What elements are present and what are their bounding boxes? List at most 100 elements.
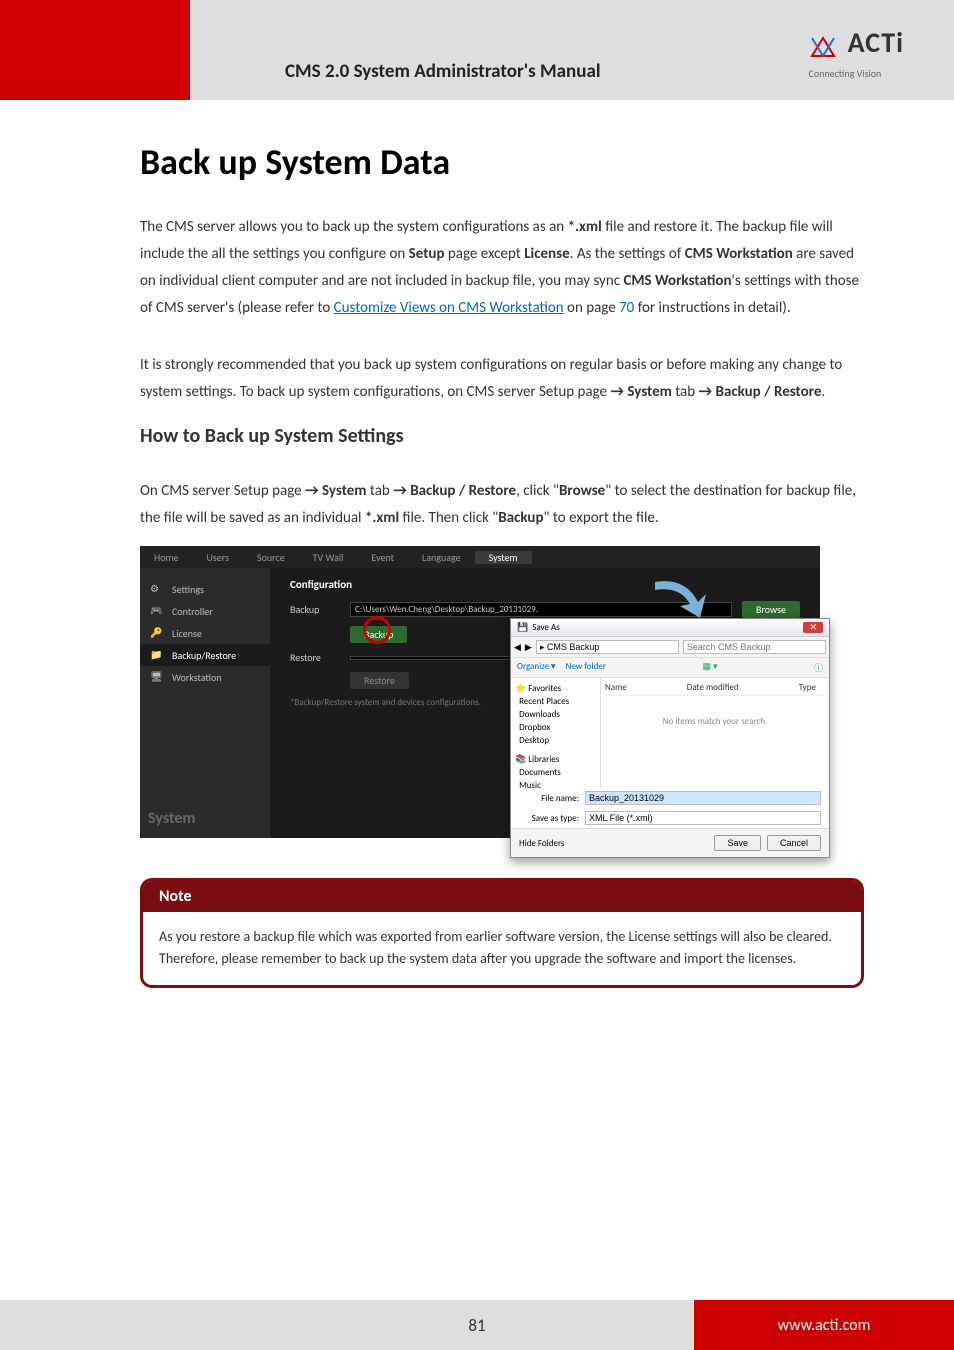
tab-tvwall[interactable]: TV Wall (299, 551, 358, 564)
back-button[interactable]: ◀ (514, 642, 521, 653)
page-footer: 81 www.acti.com (0, 1300, 954, 1350)
label: Settings (172, 583, 204, 596)
nav-pane[interactable]: ⭐ Favorites Recent Places Downloads Drop… (511, 678, 601, 788)
nav-libraries[interactable]: 📚 Libraries (515, 753, 596, 766)
text: On CMS server Setup page (140, 482, 305, 500)
howto-paragraph: On CMS server Setup page → System tab → … (140, 478, 864, 532)
monitor-icon: 🖥 (150, 670, 164, 684)
gear-icon: ⚙ (150, 582, 164, 596)
cancel-button[interactable]: Cancel (767, 835, 821, 851)
sidebar-item-settings[interactable]: ⚙ Settings (140, 578, 270, 600)
label: Controller (172, 605, 213, 618)
ws-label: CMS Workstation (685, 245, 793, 263)
col-type[interactable]: Type (799, 682, 816, 693)
col-name[interactable]: Name (605, 682, 627, 693)
howto-heading: How to Back up System Settings (140, 424, 864, 448)
text: " to export the file. (544, 509, 659, 527)
filetype-select[interactable] (585, 811, 821, 825)
nav-desktop[interactable]: Desktop (515, 734, 596, 747)
arrow-icon: → (699, 383, 713, 401)
text: on page (564, 299, 619, 317)
intro-paragraph: The CMS server allows you to back up the… (140, 214, 864, 322)
label: License (172, 627, 202, 640)
organize-menu[interactable]: Organize ▾ (517, 661, 556, 674)
restore-label: Restore (290, 651, 340, 664)
config-panel: Configuration Backup C:\Users\Wen.Cheng\… (270, 568, 820, 838)
save-icon: 💾 (517, 622, 528, 633)
logo-icon (808, 34, 838, 64)
help-button[interactable]: ⓘ (814, 661, 823, 674)
text: page except (445, 245, 525, 263)
browse-button[interactable]: Browse (742, 601, 800, 618)
ws-label2: CMS Workstation (623, 272, 731, 290)
nav-recent[interactable]: Recent Places (515, 695, 596, 708)
sidebar-item-workstation[interactable]: 🖥 Workstation (140, 666, 270, 688)
backup-restore-label: Backup / Restore (410, 482, 516, 500)
config-heading: Configuration (290, 578, 800, 591)
address-bar: ◀ ▶ (511, 637, 829, 658)
xml-ext: *.xml (365, 509, 399, 527)
main-content: Back up System Data The CMS server allow… (140, 130, 864, 988)
close-button[interactable]: ✕ (803, 622, 823, 633)
restore-button[interactable]: Restore (350, 672, 409, 689)
folder-icon: 📁 (150, 648, 164, 662)
dialog-titlebar[interactable]: 💾 Save As ✕ (511, 619, 829, 637)
file-list[interactable]: Name Date modified Type No items match y… (601, 678, 829, 788)
filename-input[interactable] (585, 791, 821, 805)
text: tab (367, 482, 394, 500)
search-input[interactable] (683, 640, 826, 654)
system-watermark: System (148, 809, 195, 828)
fwd-button[interactable]: ▶ (525, 642, 532, 653)
note-body: As you restore a backup file which was e… (143, 912, 861, 985)
header-red-block (0, 0, 190, 100)
text: . As the settings of (570, 245, 685, 263)
nav-documents[interactable]: Documents (515, 766, 596, 779)
tab-source[interactable]: Source (243, 551, 299, 564)
nav-dropbox[interactable]: Dropbox (515, 721, 596, 734)
tab-bar: Home Users Source TV Wall Event Language… (140, 546, 820, 568)
tab-home[interactable]: Home (140, 551, 192, 564)
page-ref[interactable]: 70 (619, 299, 634, 317)
cms-screenshot: Home Users Source TV Wall Event Language… (140, 546, 820, 838)
setup-label: Setup (409, 245, 445, 263)
website-link[interactable]: www.acti.com (694, 1300, 954, 1350)
logo-text: ACTi (848, 25, 904, 60)
filetype-label: Save as type: (519, 813, 579, 824)
filename-label: File name: (519, 793, 579, 804)
toolbar: Organize ▾ New folder ▦ ▾ ⓘ (511, 658, 829, 678)
nav-favorites[interactable]: ⭐ Favorites (515, 682, 596, 695)
backup-label: Backup (498, 509, 543, 527)
empty-message: No items match your search. (605, 716, 825, 727)
text: for instructions in detail). (634, 299, 790, 317)
label: Workstation (172, 671, 222, 684)
text: The CMS server allows you to back up the… (140, 218, 568, 236)
tab-event[interactable]: Event (357, 551, 408, 564)
note-callout: Note As you restore a backup file which … (140, 878, 864, 988)
nav-music[interactable]: Music (515, 779, 596, 788)
save-button[interactable]: Save (714, 835, 761, 851)
col-date[interactable]: Date modified (687, 682, 739, 693)
tab-language[interactable]: Language (408, 551, 475, 564)
page-title: Back up System Data (140, 140, 864, 184)
new-folder-button[interactable]: New folder (566, 661, 606, 674)
backup-restore-label: Backup / Restore (716, 383, 822, 401)
text: , click " (516, 482, 559, 500)
tab-system[interactable]: System (475, 551, 532, 564)
system-label: System (322, 482, 366, 500)
sidebar-item-controller[interactable]: 🎮Controller (140, 600, 270, 622)
brand-logo: ACTi Connecting Vision (808, 25, 904, 81)
cross-ref-link[interactable]: Customize Views on CMS Workstation (334, 299, 564, 317)
hide-folders-link[interactable]: Hide Folders (519, 838, 564, 849)
view-button[interactable]: ▦ ▾ (702, 661, 717, 674)
path-input[interactable] (536, 640, 679, 654)
browse-label: Browse (559, 482, 605, 500)
sidebar: ⚙ Settings 🎮Controller 🔑 License 📁Backup/R… (140, 568, 270, 838)
tab-users[interactable]: Users (192, 551, 243, 564)
arrow-icon: → (610, 383, 624, 401)
sidebar-item-license[interactable]: 🔑 License (140, 622, 270, 644)
nav-downloads[interactable]: Downloads (515, 708, 596, 721)
key-icon: 🔑 (150, 626, 164, 640)
arrow-icon: → (305, 482, 319, 500)
sidebar-item-backup-restore[interactable]: 📁Backup/Restore (140, 644, 270, 666)
xml-ext: *.xml (568, 218, 602, 236)
